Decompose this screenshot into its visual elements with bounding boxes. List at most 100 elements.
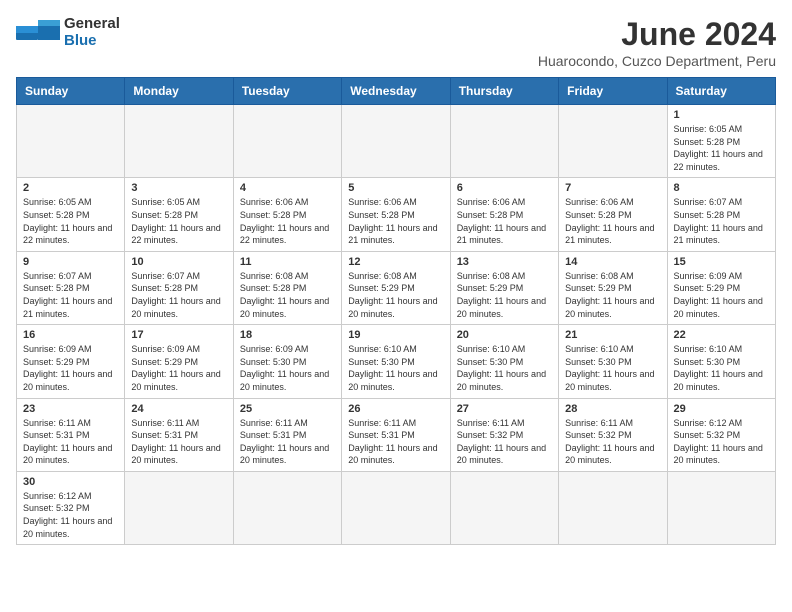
calendar-cell: 8Sunrise: 6:07 AM Sunset: 5:28 PM Daylig… [667,178,775,251]
location-subtitle: Huarocondo, Cuzco Department, Peru [538,53,776,69]
day-number: 19 [348,329,443,341]
day-number: 28 [565,403,660,415]
logo: General Blue [16,16,120,49]
calendar-table: SundayMondayTuesdayWednesdayThursdayFrid… [16,77,776,545]
calendar-cell: 18Sunrise: 6:09 AM Sunset: 5:30 PM Dayli… [233,325,341,398]
calendar-week-row: 23 Sunrise: 6:11 AM Sunset: 5:31 PM Dayli… [17,398,776,471]
calendar-cell: 26 Sunrise: 6:11 AM Sunset: 5:31 PM Dayli… [342,398,450,471]
day-number: 14 [565,256,660,268]
day-number: 25 [240,403,335,415]
day-info: Sunrise: 6:11 AM Sunset: 5:31 PM Dayligh… [131,417,226,467]
day-info: Sunrise: 6:05 AM Sunset: 5:28 PM Dayligh… [131,196,226,246]
logo-icon [16,18,60,48]
day-info: Sunrise: 6:09 AM Sunset: 5:29 PM Dayligh… [674,270,769,320]
day-number: 15 [674,256,769,268]
day-info: Sunrise: 6:10 AM Sunset: 5:30 PM Dayligh… [348,343,443,393]
calendar-cell: 20Sunrise: 6:10 AM Sunset: 5:30 PM Dayli… [450,325,558,398]
calendar-cell [233,105,341,178]
weekday-header-sunday: Sunday [17,78,125,105]
header: General Blue June 2024 Huarocondo, Cuzco… [16,16,776,69]
calendar-body: 1Sunrise: 6:05 AM Sunset: 5:28 PM Daylig… [17,105,776,545]
day-number: 9 [23,256,118,268]
day-number: 3 [131,182,226,194]
weekday-header-wednesday: Wednesday [342,78,450,105]
logo-text: General Blue [64,16,120,49]
calendar-cell: 4 Sunrise: 6:06 AM Sunset: 5:28 PM Daylig… [233,178,341,251]
day-info: Sunrise: 6:11 AM Sunset: 5:31 PM Dayligh… [240,417,335,467]
calendar-cell: 10Sunrise: 6:07 AM Sunset: 5:28 PM Dayli… [125,251,233,324]
calendar-cell: 19 Sunrise: 6:10 AM Sunset: 5:30 PM Dayli… [342,325,450,398]
day-info: Sunrise: 6:06 AM Sunset: 5:28 PM Dayligh… [348,196,443,246]
calendar-cell: 7 Sunrise: 6:06 AM Sunset: 5:28 PM Daylig… [559,178,667,251]
day-number: 21 [565,329,660,341]
weekday-header-friday: Friday [559,78,667,105]
calendar-cell [125,105,233,178]
calendar-cell: 12Sunrise: 6:08 AM Sunset: 5:29 PM Dayli… [342,251,450,324]
day-number: 4 [240,182,335,194]
day-info: Sunrise: 6:11 AM Sunset: 5:32 PM Dayligh… [457,417,552,467]
weekday-header-saturday: Saturday [667,78,775,105]
day-number: 7 [565,182,660,194]
day-number: 17 [131,329,226,341]
day-info: Sunrise: 6:10 AM Sunset: 5:30 PM Dayligh… [674,343,769,393]
calendar-cell: 16 Sunrise: 6:09 AM Sunset: 5:29 PM Dayli… [17,325,125,398]
logo-area: General Blue [16,16,120,49]
day-number: 11 [240,256,335,268]
day-info: Sunrise: 6:11 AM Sunset: 5:31 PM Dayligh… [348,417,443,467]
day-number: 18 [240,329,335,341]
calendar-cell [559,471,667,544]
day-number: 27 [457,403,552,415]
calendar-cell [450,105,558,178]
calendar-cell: 17Sunrise: 6:09 AM Sunset: 5:29 PM Dayli… [125,325,233,398]
day-number: 13 [457,256,552,268]
day-info: Sunrise: 6:10 AM Sunset: 5:30 PM Dayligh… [565,343,660,393]
day-info: Sunrise: 6:12 AM Sunset: 5:32 PM Dayligh… [674,417,769,467]
calendar-cell [342,471,450,544]
day-number: 8 [674,182,769,194]
day-number: 2 [23,182,118,194]
day-number: 29 [674,403,769,415]
calendar-cell [17,105,125,178]
calendar-header: SundayMondayTuesdayWednesdayThursdayFrid… [17,78,776,105]
calendar-cell: 23Sunrise: 6:11 AM Sunset: 5:31 PM Dayli… [17,398,125,471]
calendar-cell: 24 Sunrise: 6:11 AM Sunset: 5:31 PM Dayli… [125,398,233,471]
calendar-cell [342,105,450,178]
day-number: 5 [348,182,443,194]
day-info: Sunrise: 6:06 AM Sunset: 5:28 PM Dayligh… [565,196,660,246]
day-info: Sunrise: 6:12 AM Sunset: 5:32 PM Dayligh… [23,490,118,540]
title-area: June 2024 Huarocondo, Cuzco Department, … [538,16,776,69]
calendar-week-row: 1Sunrise: 6:05 AM Sunset: 5:28 PM Daylig… [17,105,776,178]
day-number: 26 [348,403,443,415]
calendar-cell: 3 Sunrise: 6:05 AM Sunset: 5:28 PM Daylig… [125,178,233,251]
calendar-cell: 22 Sunrise: 6:10 AM Sunset: 5:30 PM Dayli… [667,325,775,398]
calendar-cell [559,105,667,178]
day-info: Sunrise: 6:06 AM Sunset: 5:28 PM Dayligh… [240,196,335,246]
calendar-cell [233,471,341,544]
day-number: 12 [348,256,443,268]
calendar-cell: 2Sunrise: 6:05 AM Sunset: 5:28 PM Daylig… [17,178,125,251]
weekday-header-tuesday: Tuesday [233,78,341,105]
calendar-cell: 28 Sunrise: 6:11 AM Sunset: 5:32 PM Dayli… [559,398,667,471]
day-number: 6 [457,182,552,194]
calendar-cell: 1Sunrise: 6:05 AM Sunset: 5:28 PM Daylig… [667,105,775,178]
day-number: 22 [674,329,769,341]
calendar-cell: 29 Sunrise: 6:12 AM Sunset: 5:32 PM Dayli… [667,398,775,471]
day-info: Sunrise: 6:09 AM Sunset: 5:29 PM Dayligh… [23,343,118,393]
calendar-cell [667,471,775,544]
day-number: 24 [131,403,226,415]
weekday-header-row: SundayMondayTuesdayWednesdayThursdayFrid… [17,78,776,105]
calendar-week-row: 9 Sunrise: 6:07 AM Sunset: 5:28 PM Daylig… [17,251,776,324]
calendar-cell: 13 Sunrise: 6:08 AM Sunset: 5:29 PM Dayli… [450,251,558,324]
day-number: 23 [23,403,118,415]
day-info: Sunrise: 6:07 AM Sunset: 5:28 PM Dayligh… [23,270,118,320]
day-number: 20 [457,329,552,341]
weekday-header-thursday: Thursday [450,78,558,105]
calendar-week-row: 16 Sunrise: 6:09 AM Sunset: 5:29 PM Dayli… [17,325,776,398]
day-info: Sunrise: 6:08 AM Sunset: 5:28 PM Dayligh… [240,270,335,320]
day-info: Sunrise: 6:11 AM Sunset: 5:32 PM Dayligh… [565,417,660,467]
calendar-cell [125,471,233,544]
day-number: 16 [23,329,118,341]
day-info: Sunrise: 6:08 AM Sunset: 5:29 PM Dayligh… [457,270,552,320]
day-info: Sunrise: 6:07 AM Sunset: 5:28 PM Dayligh… [131,270,226,320]
day-info: Sunrise: 6:05 AM Sunset: 5:28 PM Dayligh… [674,123,769,173]
